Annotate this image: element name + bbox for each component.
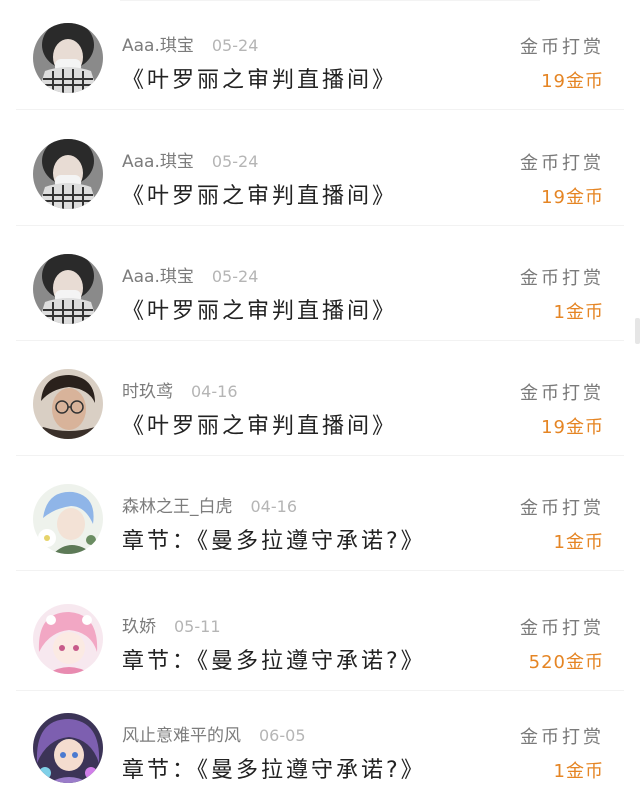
scrollbar[interactable] [635,318,640,344]
date: 05-11 [174,617,221,636]
avatar[interactable] [33,23,103,93]
avatar[interactable] [33,484,103,554]
avatar[interactable] [33,139,103,209]
gift-title: 章节：《曼多拉遵守承诺?》 [122,649,426,674]
coin-amount: 1金币 [553,302,604,323]
action-label: 金币打赏 [520,618,604,639]
anime-blue-hair-avatar-icon [33,484,103,554]
avatar[interactable] [33,369,103,439]
username[interactable]: 时玖鸢 [122,377,173,402]
action-label: 金币打赏 [520,37,604,58]
username[interactable]: 风止意难平的风 [122,721,241,746]
list-item[interactable]: 玖娇 05-11 章节：《曼多拉遵守承诺?》 金币打赏 520金币 [0,581,640,691]
username[interactable]: 玖娇 [122,612,156,637]
date: 06-05 [259,726,306,745]
divider [16,455,624,456]
gift-title: 章节：《曼多拉遵守承诺?》 [122,758,426,783]
date: 04-16 [191,382,238,401]
divider [16,340,624,341]
action-label: 金币打赏 [520,727,604,748]
gift-title: 《叶罗丽之审判直播间》 [122,184,398,209]
coin-amount: 19金币 [541,417,604,438]
list-item[interactable]: 时玖鸢 04-16 《叶罗丽之审判直播间》 金币打赏 19金币 [0,346,640,456]
divider [16,570,624,571]
avatar[interactable] [33,254,103,324]
gift-title: 《叶罗丽之审判直播间》 [122,414,398,439]
divider [16,225,624,226]
divider [16,109,624,110]
date: 05-24 [211,267,259,286]
coin-amount: 19金币 [541,187,604,208]
list-item[interactable]: Aaa.琪宝 05-24 《叶罗丽之审判直播间》 金币打赏 1金币 [0,231,640,341]
avatar[interactable] [33,713,103,783]
username[interactable]: Aaa.琪宝 [122,31,194,56]
date: 04-16 [250,497,298,516]
coin-amount: 1金币 [553,761,604,782]
avatar[interactable] [33,604,103,674]
coin-amount: 520金币 [528,652,604,673]
gift-title: 《叶罗丽之审判直播间》 [122,299,398,324]
masked-girl-avatar-icon [33,139,103,209]
gift-title: 《叶罗丽之审判直播间》 [122,68,398,93]
masked-girl-avatar-icon [33,254,103,324]
date: 05-24 [211,36,259,55]
action-label: 金币打赏 [520,383,604,404]
gift-title: 章节：《曼多拉遵守承诺?》 [122,529,426,554]
anime-purple-hair-avatar-icon [33,713,103,783]
anime-pink-hair-avatar-icon [33,604,103,674]
action-label: 金币打赏 [520,153,604,174]
glasses-boy-avatar-icon [33,369,103,439]
list-item[interactable]: Aaa.琪宝 05-24 《叶罗丽之审判直播间》 金币打赏 19金币 [0,0,640,110]
date: 05-24 [211,152,259,171]
action-label: 金币打赏 [520,268,604,289]
username[interactable]: 森林之王_白虎 [122,492,233,517]
username[interactable]: Aaa.琪宝 [122,262,194,287]
coin-amount: 1金币 [553,532,604,553]
list-item[interactable]: 森林之王_白虎 04-16 章节：《曼多拉遵守承诺?》 金币打赏 1金币 [0,461,640,571]
username[interactable]: Aaa.琪宝 [122,147,194,172]
masked-girl-avatar-icon [33,23,103,93]
coin-amount: 19金币 [541,71,604,92]
list-item[interactable]: 风止意难平的风 06-05 章节：《曼多拉遵守承诺?》 金币打赏 1金币 [0,690,640,800]
action-label: 金币打赏 [520,498,604,519]
list-item[interactable]: Aaa.琪宝 05-24 《叶罗丽之审判直播间》 金币打赏 19金币 [0,116,640,226]
